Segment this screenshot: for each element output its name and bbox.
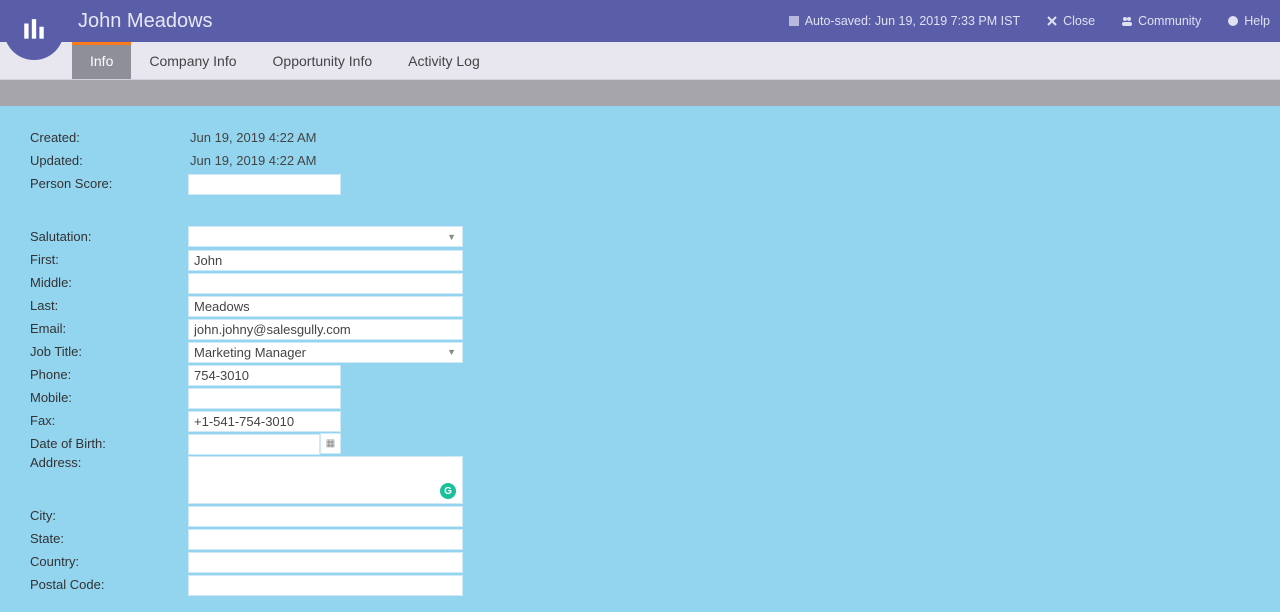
phone-label: Phone: (30, 367, 188, 382)
fax-input[interactable] (188, 411, 341, 432)
country-input[interactable] (188, 552, 463, 573)
person-score-input[interactable] (188, 174, 341, 195)
jobtitle-value: Marketing Manager (194, 345, 306, 360)
state-input[interactable] (188, 529, 463, 550)
tab-info[interactable]: Info (72, 42, 131, 79)
middle-input[interactable] (188, 273, 463, 294)
tab-company-info[interactable]: Company Info (131, 42, 254, 79)
updated-label: Updated: (30, 153, 188, 168)
jobtitle-label: Job Title: (30, 344, 188, 359)
salutation-label: Salutation: (30, 229, 188, 244)
address-label: Address: (30, 455, 188, 470)
grammar-badge-icon[interactable]: G (440, 483, 456, 499)
page-title: John Meadows (78, 10, 213, 33)
dob-input[interactable] (188, 434, 320, 455)
close-icon (1046, 15, 1058, 27)
phone-input[interactable] (188, 365, 341, 386)
email-input[interactable] (188, 319, 463, 340)
form-region: Created: Jun 19, 2019 4:22 AM Updated: J… (0, 106, 1280, 606)
calendar-button[interactable]: ▦ (320, 433, 341, 454)
tab-bar: Info Company Info Opportunity Info Activ… (0, 42, 1280, 80)
jobtitle-select[interactable]: Marketing Manager ▼ (188, 342, 463, 363)
calendar-icon: ▦ (326, 438, 335, 449)
app-logo (4, 0, 64, 60)
bars-icon (21, 17, 47, 43)
middle-label: Middle: (30, 275, 188, 290)
country-label: Country: (30, 554, 188, 569)
first-input[interactable] (188, 250, 463, 271)
community-link[interactable]: Community (1121, 14, 1201, 28)
autosave-text: Auto-saved: Jun 19, 2019 7:33 PM IST (805, 14, 1020, 28)
chevron-down-icon: ▼ (447, 232, 456, 242)
tab-activity-log[interactable]: Activity Log (390, 42, 498, 79)
top-bar-right: Auto-saved: Jun 19, 2019 7:33 PM IST Clo… (788, 14, 1270, 28)
city-label: City: (30, 508, 188, 523)
mobile-input[interactable] (188, 388, 341, 409)
sub-bar (0, 80, 1280, 106)
person-score-label: Person Score: (30, 176, 188, 191)
help-label: Help (1244, 14, 1270, 28)
autosave-status: Auto-saved: Jun 19, 2019 7:33 PM IST (788, 14, 1020, 28)
created-label: Created: (30, 130, 188, 145)
postal-input[interactable] (188, 575, 463, 596)
last-label: Last: (30, 298, 188, 313)
address-input[interactable]: G (188, 456, 463, 504)
dob-label: Date of Birth: (30, 436, 188, 451)
help-link[interactable]: Help (1227, 14, 1270, 28)
save-icon (788, 15, 800, 27)
help-icon (1227, 15, 1239, 27)
state-label: State: (30, 531, 188, 546)
first-label: First: (30, 252, 188, 267)
top-bar: John Meadows Auto-saved: Jun 19, 2019 7:… (0, 0, 1280, 42)
tab-opportunity-info[interactable]: Opportunity Info (255, 42, 391, 79)
community-label: Community (1138, 14, 1201, 28)
created-value: Jun 19, 2019 4:22 AM (188, 130, 316, 145)
salutation-select[interactable]: ▼ (188, 226, 463, 247)
chevron-down-icon: ▼ (447, 347, 456, 357)
close-label: Close (1063, 14, 1095, 28)
updated-value: Jun 19, 2019 4:22 AM (188, 153, 316, 168)
city-input[interactable] (188, 506, 463, 527)
fax-label: Fax: (30, 413, 188, 428)
mobile-label: Mobile: (30, 390, 188, 405)
last-input[interactable] (188, 296, 463, 317)
community-icon (1121, 15, 1133, 27)
postal-label: Postal Code: (30, 577, 188, 592)
email-label: Email: (30, 321, 188, 336)
close-button[interactable]: Close (1046, 14, 1095, 28)
